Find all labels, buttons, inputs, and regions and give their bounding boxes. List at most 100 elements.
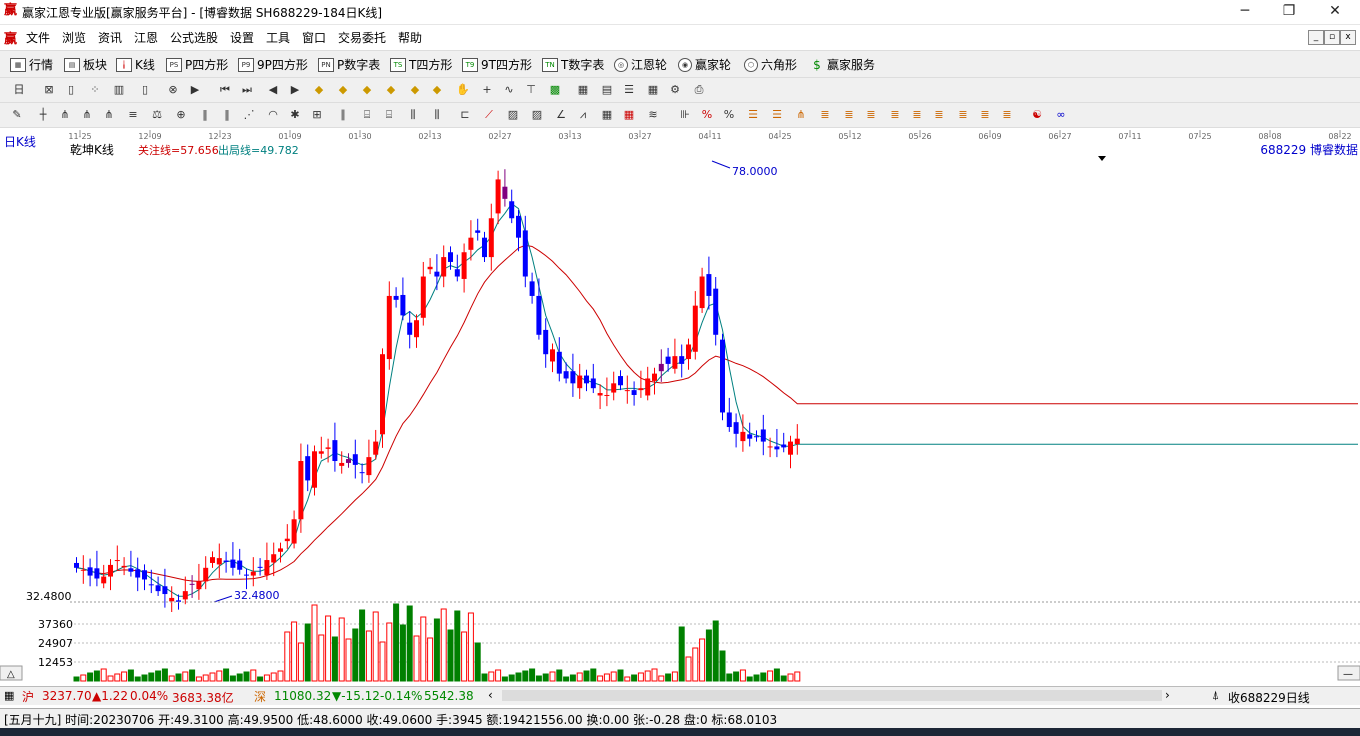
hatch-tool-icon[interactable]: ▨: [504, 106, 522, 124]
menu-trade[interactable]: 交易委托: [338, 29, 386, 46]
toolbar-sector-button[interactable]: ▤ 板块: [64, 56, 107, 73]
triangle-flag-icon[interactable]: ▶: [186, 81, 204, 99]
fib3-tool-icon[interactable]: ≣: [862, 106, 880, 124]
bars-tool-icon[interactable]: ‖: [196, 106, 214, 124]
tools-icon[interactable]: ⚙: [666, 81, 684, 99]
kline-chart[interactable]: 11-25 12-09 12-23 01-09 01-30 02-13 02-27 03-13…: [0, 128, 1360, 683]
prev-icon[interactable]: ◀: [264, 81, 282, 99]
menu-settings[interactable]: 设置: [230, 29, 254, 46]
spreadsheet-icon[interactable]: ▤: [598, 81, 616, 99]
cells-tool-icon[interactable]: ▦: [598, 106, 616, 124]
bars2-tool-icon[interactable]: ‖: [218, 106, 236, 124]
toolbar-p-square-button[interactable]: PS P四方形: [166, 56, 228, 73]
next-icon[interactable]: ▶: [286, 81, 304, 99]
pitchfork-tool-icon[interactable]: ⋔: [792, 106, 810, 124]
parallel-tool-icon[interactable]: ∥: [334, 106, 352, 124]
scale-tool-icon[interactable]: ⚖: [148, 106, 166, 124]
last-icon[interactable]: ⏭: [238, 81, 256, 99]
mdi-minimize-button[interactable]: _: [1308, 30, 1324, 45]
fork2-tool-icon[interactable]: ⋔: [78, 106, 96, 124]
ladder-tool-icon[interactable]: ⌸: [358, 106, 376, 124]
diamond-6-icon[interactable]: ◆: [428, 81, 446, 99]
fork-tool-icon[interactable]: ⋔: [56, 106, 74, 124]
ruler-tool-icon[interactable]: ⊪: [676, 106, 694, 124]
fib5-tool-icon[interactable]: ≣: [908, 106, 926, 124]
list-icon[interactable]: ☰: [620, 81, 638, 99]
first-icon[interactable]: ⏮: [216, 81, 234, 99]
menu-window[interactable]: 窗口: [302, 29, 326, 46]
menu-gann[interactable]: 江恩: [134, 29, 158, 46]
menu-file[interactable]: 文件: [26, 29, 50, 46]
circle-grid-icon[interactable]: ⊕: [172, 106, 190, 124]
table-icon[interactable]: ▦: [644, 81, 662, 99]
mdi-restore-button[interactable]: ▫: [1324, 30, 1340, 45]
toolbar-9p-square-button[interactable]: P9 9P四方形: [238, 56, 308, 73]
kline-chart-panel[interactable]: 11-25 12-09 12-23 01-09 01-30 02-13 02-27 03-13…: [0, 128, 1360, 683]
print-icon[interactable]: ⎙: [690, 81, 708, 99]
infinity-icon[interactable]: ∞: [1052, 106, 1070, 124]
diamond-5-icon[interactable]: ◆: [406, 81, 424, 99]
scroll-left-icon[interactable]: ‹: [488, 688, 493, 702]
fib6-tool-icon[interactable]: ≣: [930, 106, 948, 124]
bar-chart-icon[interactable]: ▥: [110, 81, 128, 99]
diamond-4-icon[interactable]: ◆: [382, 81, 400, 99]
fib4-tool-icon[interactable]: ≣: [886, 106, 904, 124]
line-tool-icon[interactable]: ┼: [34, 106, 52, 124]
columns-tool-icon[interactable]: ⫼: [404, 106, 422, 124]
maximize-button[interactable]: ❐: [1266, 0, 1312, 24]
stripes-tool-icon[interactable]: ≋: [644, 106, 662, 124]
zigzag-tool-icon[interactable]: ⩘: [574, 106, 592, 124]
fib2-tool-icon[interactable]: ≣: [840, 106, 858, 124]
yinyang-icon[interactable]: ☯: [1028, 106, 1046, 124]
toolbar-gann-wheel-button[interactable]: ◎ 江恩轮: [614, 56, 667, 73]
dropdown-triangle-icon[interactable]: [1098, 156, 1106, 161]
toolbar-t-number-button[interactable]: TN T数字表: [542, 56, 604, 73]
wave-icon[interactable]: ∿: [500, 81, 518, 99]
close-button[interactable]: ✕: [1312, 0, 1358, 24]
mdi-close-button[interactable]: x: [1340, 30, 1356, 45]
fan-tool-icon[interactable]: ⋰: [240, 106, 258, 124]
toolbar-t-square-button[interactable]: TS T四方形: [390, 56, 452, 73]
levels-tool-icon[interactable]: ☰: [744, 106, 762, 124]
levels2-tool-icon[interactable]: ☰: [768, 106, 786, 124]
stairs-tool-icon[interactable]: ≡: [124, 106, 142, 124]
fib7-tool-icon[interactable]: ≣: [954, 106, 972, 124]
toolbar-hexagon-button[interactable]: ⬡ 六角形: [744, 56, 797, 73]
columns2-tool-icon[interactable]: ⫼: [428, 106, 446, 124]
cells2-tool-icon[interactable]: ▦: [620, 106, 638, 124]
diamond-icon[interactable]: ◆: [310, 81, 328, 99]
single-bar-icon[interactable]: ▯: [136, 81, 154, 99]
diagonal-tool-icon[interactable]: ⟋: [480, 106, 498, 124]
menu-stock-screen[interactable]: 公式选股: [170, 29, 218, 46]
toolbar-quotes-button[interactable]: ▦ 行情: [10, 56, 53, 73]
arc-tool-icon[interactable]: ◠: [264, 106, 282, 124]
toolbar-9t-square-button[interactable]: T9 9T四方形: [462, 56, 532, 73]
filter-icon[interactable]: ⊤: [522, 81, 540, 99]
box-tool-icon[interactable]: ⊏: [456, 106, 474, 124]
minimize-button[interactable]: ─: [1222, 0, 1268, 24]
hand-icon[interactable]: ✋: [454, 81, 472, 99]
diamond-2-icon[interactable]: ◆: [334, 81, 352, 99]
square-grid-icon[interactable]: ⊞: [308, 106, 326, 124]
scrollbar-track[interactable]: [502, 690, 1162, 701]
ladder2-tool-icon[interactable]: ⌸: [380, 106, 398, 124]
diamond-3-icon[interactable]: ◆: [358, 81, 376, 99]
crosshair-icon[interactable]: +: [478, 81, 496, 99]
star-tool-icon[interactable]: ✱: [286, 106, 304, 124]
calendar-icon[interactable]: ▦: [574, 81, 592, 99]
toolbar-service-button[interactable]: $ 赢家服务: [810, 56, 875, 73]
scatter-icon[interactable]: ⁘: [86, 81, 104, 99]
document-icon[interactable]: ▯: [62, 81, 80, 99]
square-pattern-icon[interactable]: ⊗: [164, 81, 182, 99]
fib-tool-icon[interactable]: ≣: [816, 106, 834, 124]
menu-app-icon[interactable]: 赢: [4, 28, 17, 47]
menu-tools[interactable]: 工具: [266, 29, 290, 46]
grid-pattern-icon[interactable]: ▩: [546, 81, 564, 99]
grid-icon[interactable]: ▦: [4, 689, 14, 702]
fib8-tool-icon[interactable]: ≣: [976, 106, 994, 124]
percent2-tool-icon[interactable]: %: [720, 106, 738, 124]
angle-tool-icon[interactable]: ∠: [552, 106, 570, 124]
menu-news[interactable]: 资讯: [98, 29, 122, 46]
pencil-icon[interactable]: ✎: [8, 106, 26, 124]
menu-help[interactable]: 帮助: [398, 29, 422, 46]
